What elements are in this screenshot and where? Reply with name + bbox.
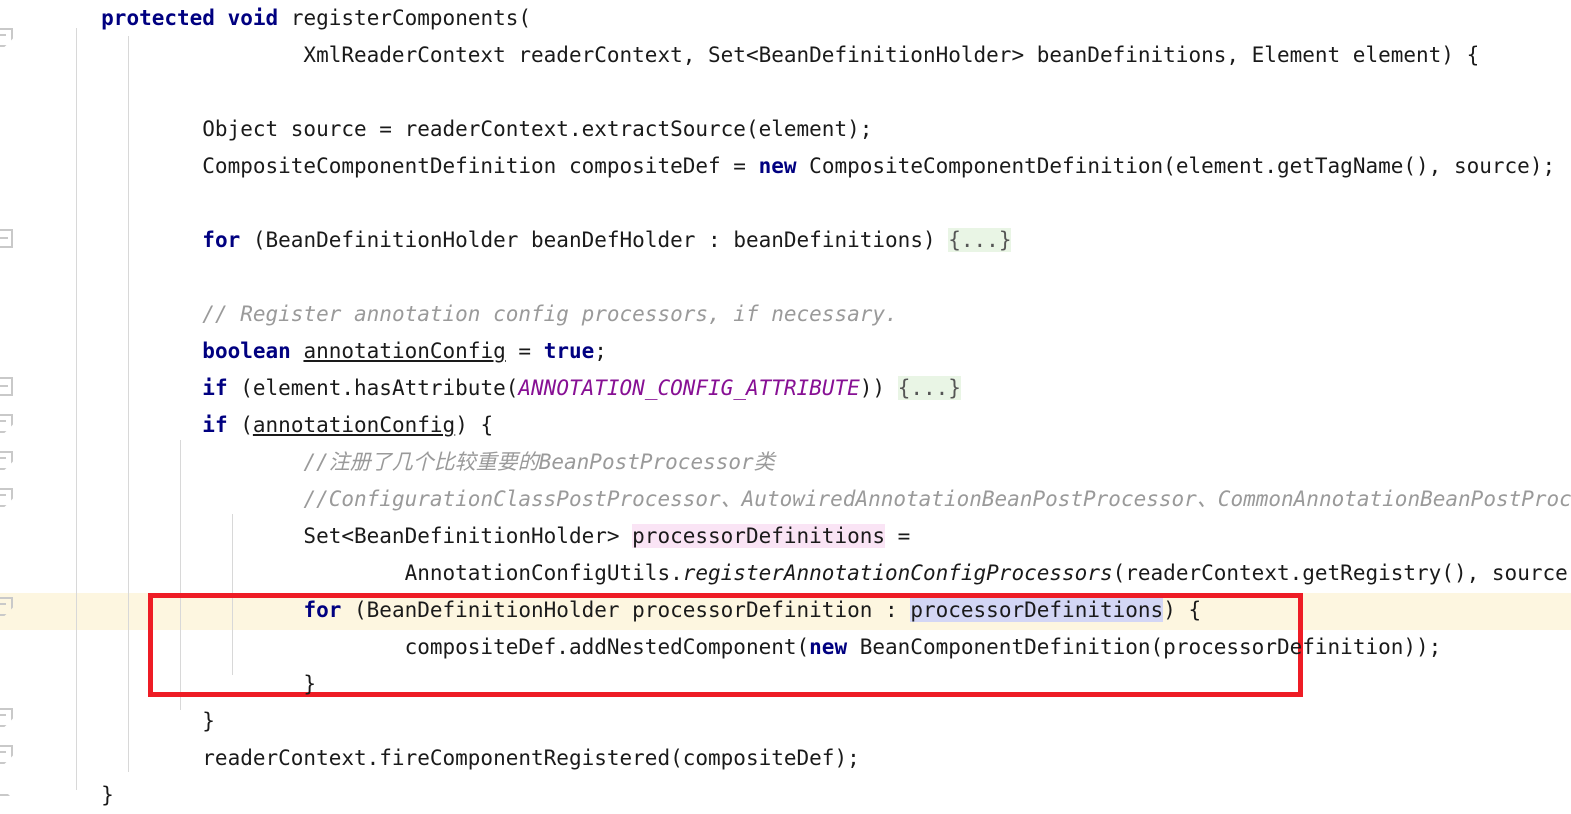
code-line-method-signature[interactable]: protected void registerComponents( [0,0,531,37]
code-line-set-processordefinitions[interactable]: Set<BeanDefinitionHolder> processorDefin… [0,518,910,555]
code-line-if-hasattribute-token-4: )) [859,376,898,400]
code-line-if-hasattribute-token-3: ANNOTATION_CONFIG_ATTRIBUTE [518,376,860,400]
code-line-for-processordefinition-token-4: ) { [1163,598,1202,622]
code-line-comment-register-token-1: // Register annotation config processors… [202,302,898,326]
code-line-if-annotationconfig-token-3: annotationConfig [252,413,456,437]
code-line-for-processordefinition[interactable]: for (BeanDefinitionHolder processorDefin… [0,592,1201,629]
code-line-composite-def-token-2: CompositeComponentDefinition(element.get… [796,154,1556,178]
code-line-firecomponentregistered-token-0: readerContext.fireComponentRegistered(co… [0,746,860,770]
code-line-close-method[interactable]: } [0,777,114,814]
code-line-boolean-annotationconfig-token-4: = [505,339,544,363]
code-line-annotationconfigutils-call-token-1: registerAnnotationConfigProcessors [682,561,1113,585]
code-line-comment-register-token-0 [0,302,202,326]
code-line-method-params-token-0: XmlReaderContext readerContext, Set<Bean… [0,43,1480,67]
code-line-boolean-annotationconfig-token-0 [0,339,202,363]
code-line-if-hasattribute-token-0 [0,376,202,400]
code-line-for-processordefinition-token-1: for [303,598,342,622]
code-line-addnestedcomponent-token-0: compositeDef.addNestedComponent( [0,635,810,659]
code-line-object-source[interactable]: Object source = readerContext.extractSou… [0,111,872,148]
code-line-method-params[interactable]: XmlReaderContext readerContext, Set<Bean… [0,37,1479,74]
code-line-comment-cn-2-token-0 [0,487,303,511]
code-line-composite-def[interactable]: CompositeComponentDefinition compositeDe… [0,148,1555,185]
code-line-method-signature-token-0 [0,6,101,30]
code-line-for-processordefinition-token-0 [0,598,303,622]
code-line-boolean-annotationconfig-token-2 [291,339,304,363]
code-line-if-hasattribute-token-2: (element.hasAttribute( [227,376,519,400]
code-line-boolean-annotationconfig[interactable]: boolean annotationConfig = true; [0,333,607,370]
code-line-annotationconfigutils-call-token-0: AnnotationConfigUtils. [0,561,683,585]
code-line-boolean-annotationconfig-token-1: boolean [202,339,291,363]
code-line-comment-cn-1-token-0 [0,450,303,474]
code-line-annotationconfigutils-call-token-2: (readerContext.getRegistry(), source); [1112,561,1571,585]
code-line-if-hasattribute[interactable]: if (element.hasAttribute(ANNOTATION_CONF… [0,370,961,407]
code-line-comment-cn-1-token-1: //注册了几个比较重要的BeanPostProcessor类 [303,450,775,474]
code-line-close-for[interactable]: } [0,666,316,703]
code-line-if-annotationconfig-token-1: if [202,413,228,437]
code-line-boolean-annotationconfig-token-6: ; [594,339,607,363]
code-line-if-hasattribute-token-5: {...} [897,376,961,400]
code-line-for-beandefholder-token-2: (BeanDefinitionHolder beanDefHolder : be… [240,228,949,252]
code-line-annotationconfigutils-call[interactable]: AnnotationConfigUtils.registerAnnotation… [0,555,1571,592]
code-line-object-source-token-0: Object source = readerContext.extractSou… [0,117,873,141]
code-line-for-beandefholder-token-0 [0,228,202,252]
code-line-composite-def-token-1: new [758,154,797,178]
code-line-method-signature-token-3: void [227,6,279,30]
code-line-method-signature-token-1: protected [101,6,215,30]
code-line-comment-cn-2[interactable]: //ConfigurationClassPostProcessor、Autowi… [0,481,1571,518]
code-line-for-beandefholder[interactable]: for (BeanDefinitionHolder beanDefHolder … [0,222,1012,259]
code-line-set-processordefinitions-token-2: = [885,524,911,548]
code-line-if-hasattribute-token-1: if [202,376,228,400]
code-line-close-if-token-0: } [0,709,215,733]
code-line-if-annotationconfig-token-0 [0,413,202,437]
code-line-set-processordefinitions-token-0: Set<BeanDefinitionHolder> [0,524,633,548]
code-line-comment-register[interactable]: // Register annotation config processors… [0,296,898,333]
code-line-close-for-token-0: } [0,672,317,696]
code-line-for-beandefholder-token-3: {...} [948,228,1012,252]
code-line-firecomponentregistered[interactable]: readerContext.fireComponentRegistered(co… [0,740,860,777]
code-line-composite-def-token-0: CompositeComponentDefinition compositeDe… [0,154,759,178]
code-line-close-method-token-0: } [0,783,114,807]
code-line-method-signature-token-4: registerComponents( [278,6,532,30]
code-editor[interactable]: protected void registerComponents( XmlRe… [0,0,1571,807]
code-line-if-annotationconfig-token-2: ( [227,413,253,437]
code-line-boolean-annotationconfig-token-3: annotationConfig [303,339,506,363]
code-line-addnestedcomponent-token-2: BeanComponentDefinition(processorDefinit… [847,635,1442,659]
code-line-for-processordefinition-token-2: (BeanDefinitionHolder processorDefinitio… [341,598,911,622]
code-line-addnestedcomponent[interactable]: compositeDef.addNestedComponent(new Bean… [0,629,1442,666]
code-line-close-if[interactable]: } [0,703,215,740]
code-line-method-signature-token-2 [215,6,228,30]
code-line-if-annotationconfig[interactable]: if (annotationConfig) { [0,407,493,444]
code-line-comment-cn-1[interactable]: //注册了几个比较重要的BeanPostProcessor类 [0,444,775,481]
code-line-if-annotationconfig-token-4: ) { [455,413,494,437]
code-line-set-processordefinitions-token-1: processorDefinitions [632,524,886,548]
code-line-boolean-annotationconfig-token-5: true [543,339,595,363]
code-line-addnestedcomponent-token-1: new [809,635,848,659]
code-line-for-beandefholder-token-1: for [202,228,241,252]
code-line-comment-cn-2-token-1: //ConfigurationClassPostProcessor、Autowi… [303,487,1571,511]
code-text-area[interactable]: protected void registerComponents( XmlRe… [0,0,1571,807]
code-line-for-processordefinition-token-3: processorDefinitions [910,598,1164,622]
